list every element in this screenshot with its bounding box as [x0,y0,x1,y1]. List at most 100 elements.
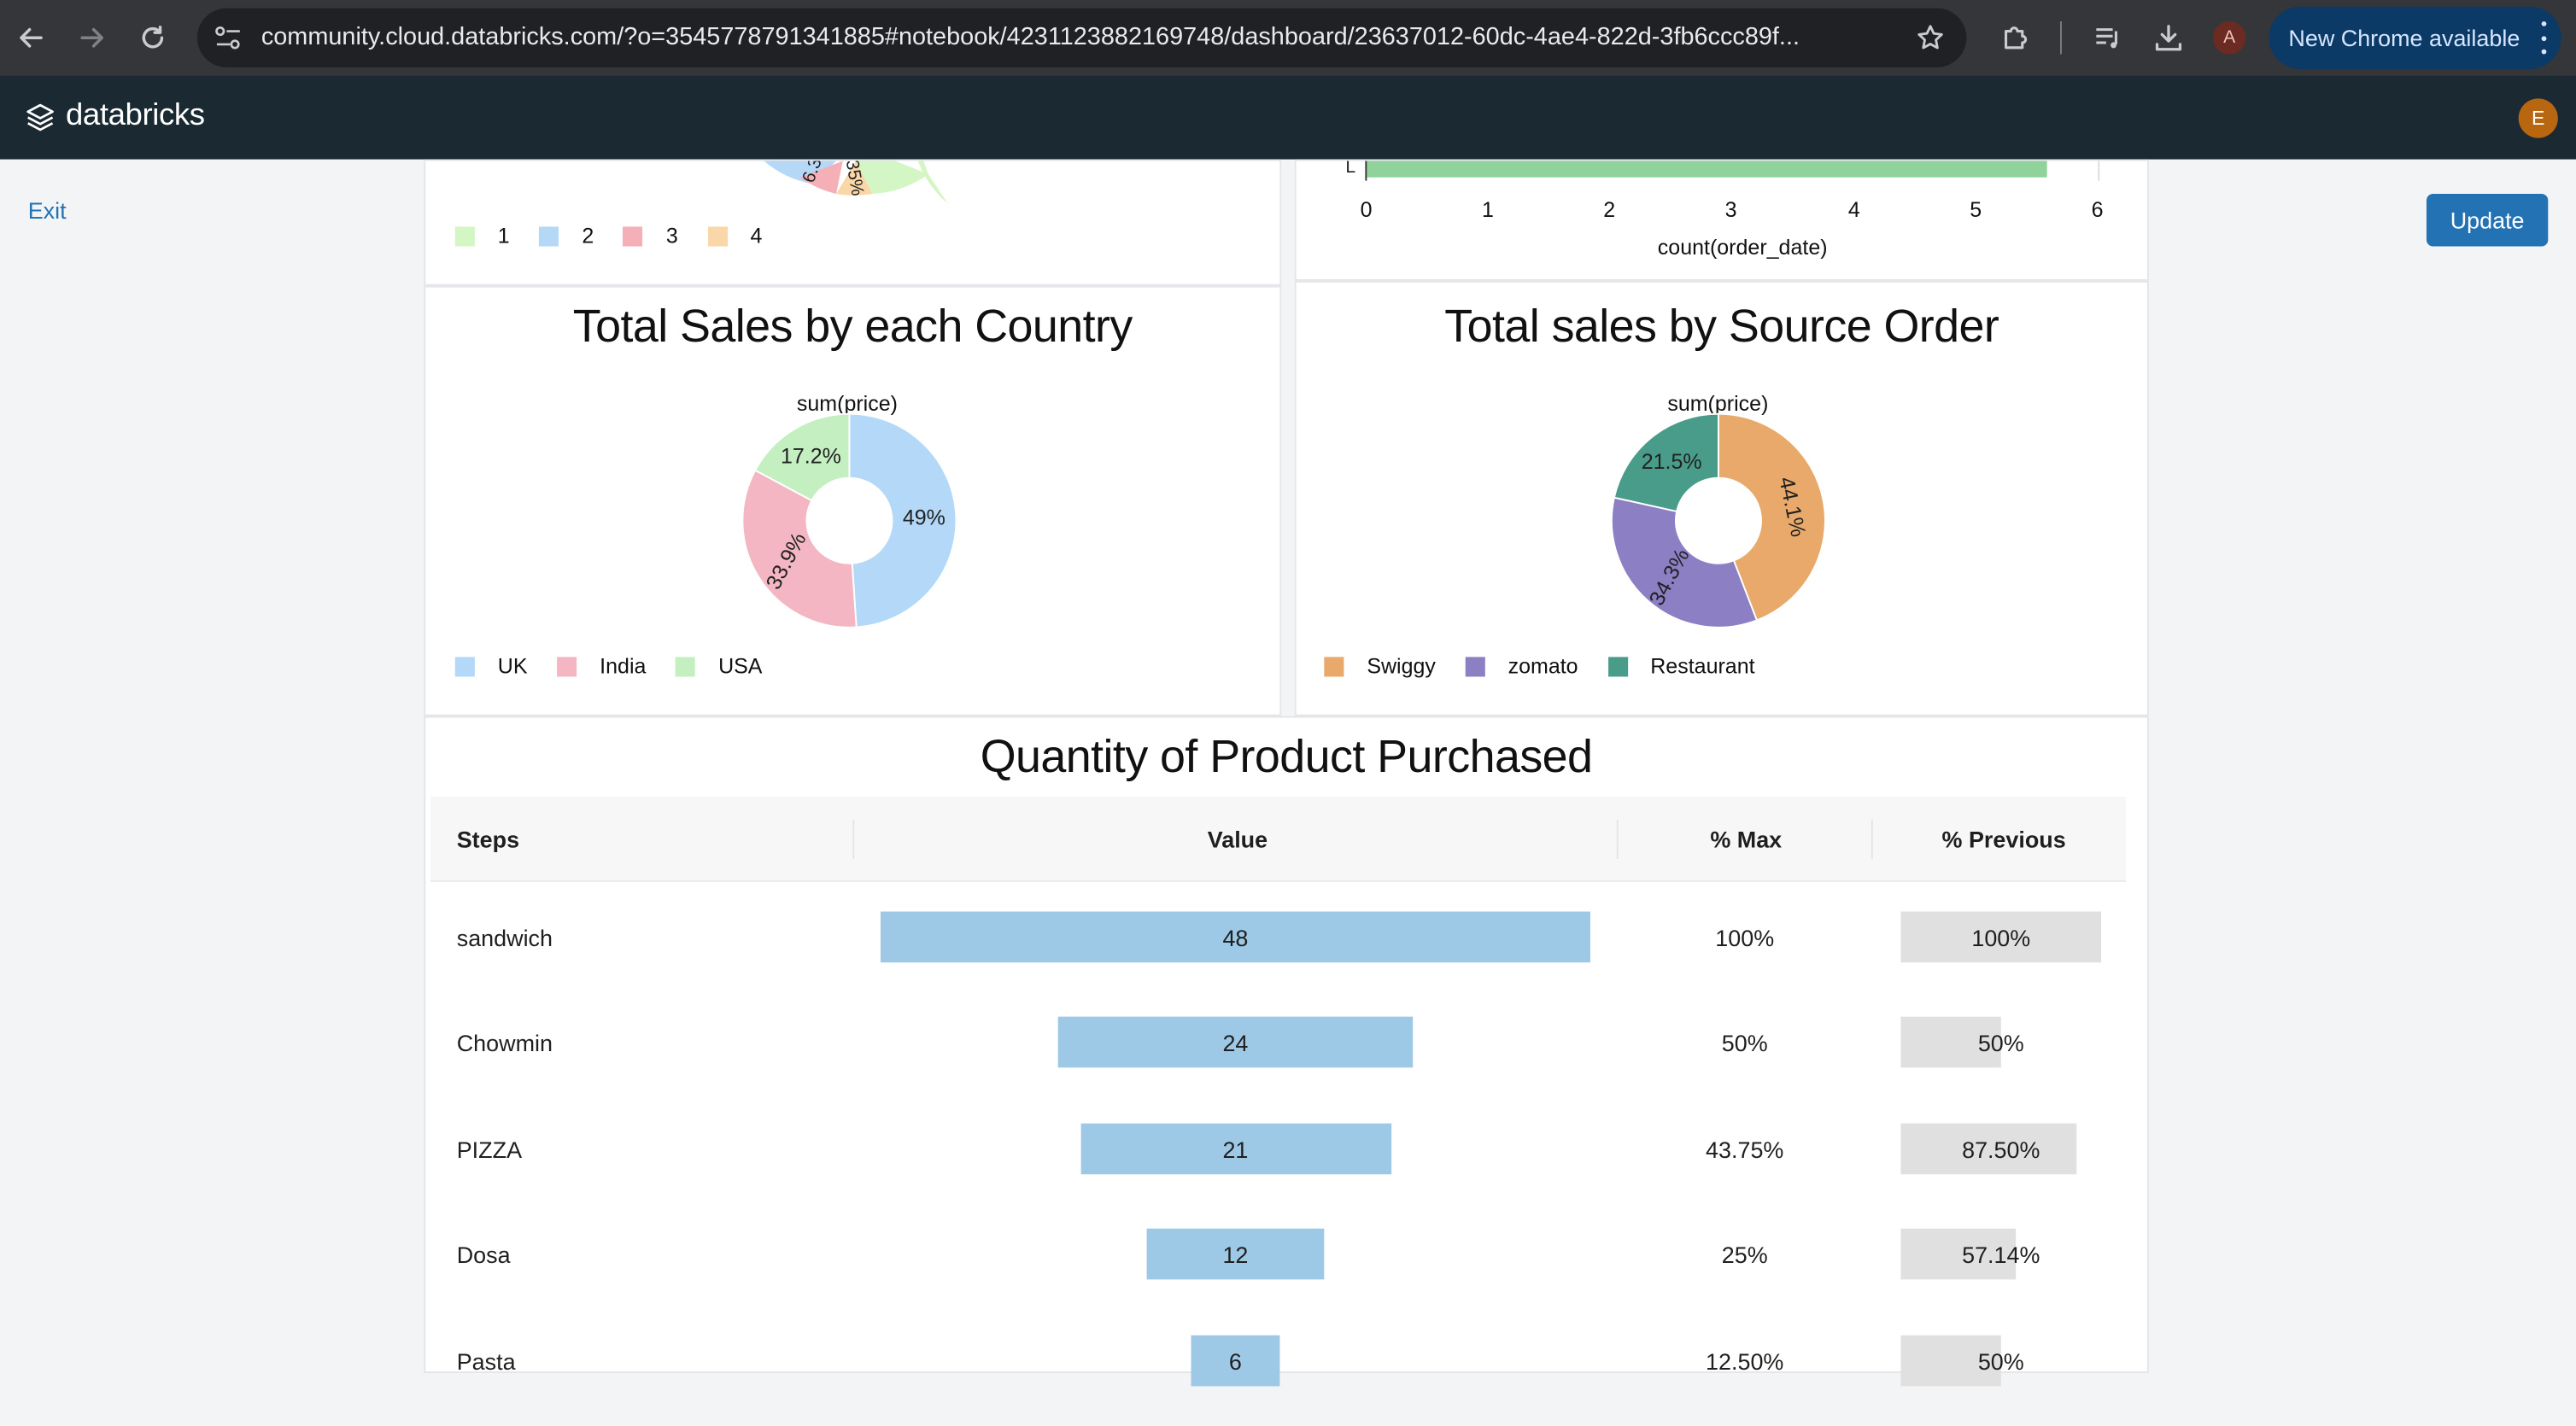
x-tick: 4 [1847,196,1860,222]
pct-max-cell: 100% [1715,924,1775,951]
legend-item[interactable]: 4 [707,224,762,248]
legend-item[interactable]: 1 [454,223,510,248]
pct-max-cell: 12.50% [1706,1347,1784,1375]
table-row: sandwich 48 100% 100% [430,885,2126,991]
grid-line [2098,161,2100,181]
step-cell: Dosa [456,1242,511,1269]
reload-button[interactable] [133,18,173,57]
table-row: Chowmin 24 50% 50% [430,991,2126,1096]
legend-item[interactable]: UK [454,653,528,679]
legend-swatch [557,656,577,676]
column-divider [1871,819,1873,859]
kebab-menu-icon[interactable] [2538,21,2549,55]
legend-item[interactable]: India [557,653,647,679]
legend-item[interactable]: 3 [623,223,678,248]
country-slice-label: 17.2% [781,444,841,468]
back-button[interactable] [11,18,50,57]
legend-label: 2 [582,223,594,248]
x-tick: 5 [1970,196,1982,222]
arrow-right-icon [80,27,103,48]
legend-swatch [1465,656,1485,676]
legend-label: Restaurant [1650,653,1755,679]
legend-label: 3 [665,223,678,248]
legend-label: 4 [750,223,763,248]
column-header-value[interactable]: Value [1208,827,1268,853]
media-controls-button[interactable] [2088,18,2128,57]
legend-label: Swiggy [1367,653,1436,679]
pct-max-cell: 25% [1721,1242,1768,1269]
step-cell: PIZZA [456,1136,523,1163]
pct-previous-cell: 50% [1977,1030,2024,1057]
legend-label: 1 [497,223,510,248]
pct-previous-cell: 100% [1971,924,2031,951]
value-label: 12 [1222,1242,1249,1269]
x-axis-label: count(order_date) [1657,235,1828,260]
page: community.cloud.databricks.com/?o=354577… [0,0,2576,1386]
legend-item[interactable]: Restaurant [1607,653,1755,679]
partial-pie-chart: 6.3 35% [764,161,948,204]
extensions-button[interactable] [1996,18,2035,57]
legend-item[interactable]: Swiggy [1324,653,1436,679]
legend-label: India [600,653,647,679]
browser-toolbar: community.cloud.databricks.com/?o=354577… [0,0,2576,76]
download-icon [2155,25,2182,51]
column-divider [852,819,855,859]
partial-bar [1367,161,2047,178]
source-donut-chart: 44.1%34.3%21.5% [1610,412,1826,628]
bookmark-star-icon[interactable] [1916,23,1946,53]
partial-pie-panel: 6.3 35% 1 2 3 4 [424,159,1282,286]
databricks-layers-icon [26,102,54,131]
update-button[interactable]: Update [2426,193,2549,247]
pct-previous-cell: 87.50% [1962,1136,2040,1163]
pct-max-cell: 50% [1721,1030,1768,1057]
chrome-update-button[interactable]: New Chrome available [2269,6,2561,69]
url-text: community.cloud.databricks.com/?o=354577… [261,22,1800,51]
legend-swatch [623,225,643,246]
user-avatar[interactable]: E [2518,98,2558,138]
legend-swatch [1324,656,1344,676]
legend-item[interactable]: zomato [1465,653,1578,679]
y-axis-line [1365,161,1367,181]
column-header-steps[interactable]: Steps [457,827,519,853]
column-divider [1616,819,1619,859]
table-row: PIZZA 21 43.75% 87.50% [430,1096,2126,1201]
legend-label: zomato [1508,653,1578,679]
downloads-button[interactable] [2149,18,2188,57]
databricks-logo[interactable]: databricks [25,98,205,134]
brand-name: databricks [65,98,205,133]
legend-item[interactable]: 2 [539,224,594,248]
chrome-update-label: New Chrome available [2288,24,2520,51]
app-header: databricks [0,75,2576,160]
exit-link[interactable]: Exit [28,197,67,224]
forward-button[interactable] [73,18,112,57]
legend-item[interactable]: USA [676,653,763,679]
legend-swatch [454,225,475,246]
y-axis-tick: L [1345,159,1356,178]
address-bar[interactable]: community.cloud.databricks.com/?o=354577… [196,8,1967,67]
country-donut-chart: 49%33.9%17.2% [741,412,957,628]
toolbar-divider [2060,21,2062,55]
value-label: 24 [1222,1030,1249,1057]
legend-label: USA [718,653,763,679]
puzzle-icon [2005,26,2028,50]
legend-swatch [707,225,728,246]
source-sales-panel: Total sales by Source Order sum(price) 4… [1294,280,2149,716]
x-tick: 2 [1603,196,1616,222]
pct-previous-cell: 57.14% [1962,1242,2040,1269]
media-queue-icon [2096,28,2117,49]
step-cell: Pasta [456,1347,516,1375]
step-cell: Chowmin [456,1030,553,1057]
partial-pie-legend: 1 2 3 4 [454,223,792,248]
arrow-left-icon [20,27,43,48]
reload-icon [142,26,164,49]
column-header-pct-max[interactable]: % Max [1710,827,1782,853]
legend-label: UK [497,653,528,679]
panel-title: Quantity of Product Purchased [980,730,1593,782]
table-row: Dosa 12 25% 57.14% [430,1202,2126,1307]
column-header-pct-previous[interactable]: % Previous [1942,827,2066,853]
source-slice-label: 21.5% [1642,450,1702,474]
legend-swatch [676,656,696,676]
browser-profile-avatar[interactable]: A [2212,21,2246,55]
x-tick: 6 [2091,196,2104,222]
x-tick: 3 [1724,196,1737,222]
